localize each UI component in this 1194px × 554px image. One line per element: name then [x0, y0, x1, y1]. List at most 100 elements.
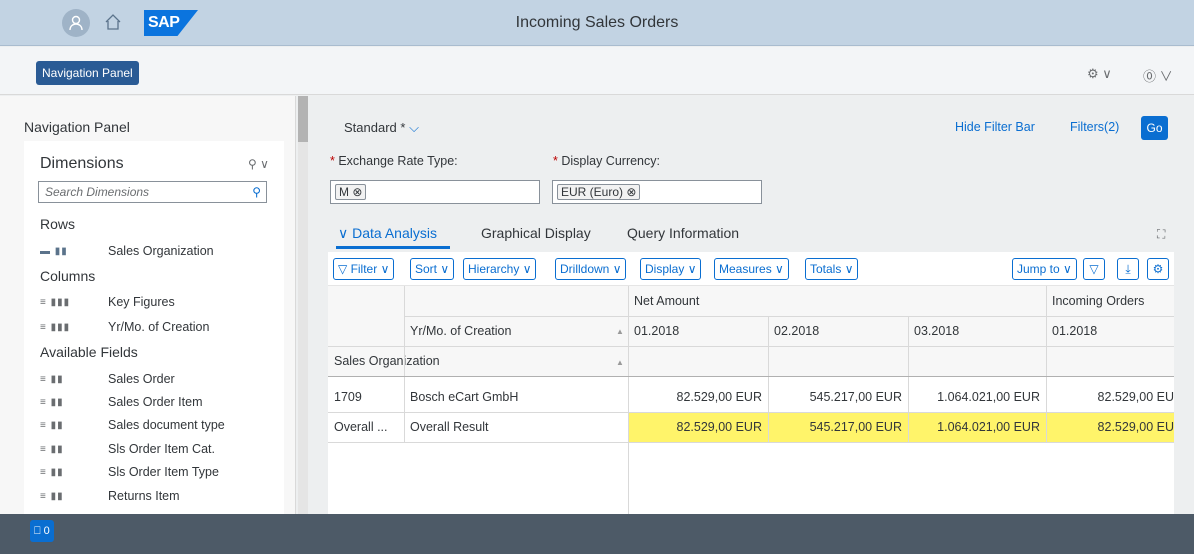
tab-query-information[interactable]: Query Information — [627, 225, 739, 241]
filter-icon[interactable]: ▽ — [1083, 258, 1105, 280]
filter-button[interactable]: ▽ Filter ∨ — [333, 258, 395, 280]
total-cell[interactable]: 1.064.021,00 EUR — [908, 412, 1046, 442]
filter-token[interactable]: EUR (Euro) ⊗ — [557, 184, 641, 200]
panel-scrollbar[interactable] — [298, 96, 308, 514]
button-label: Filter — [350, 262, 378, 276]
column-field-icon[interactable]: ≡ ▮▮▮ — [40, 297, 70, 308]
settings-icon[interactable]: ⚙ ∨ — [1087, 66, 1112, 82]
field-icon[interactable]: ≡ ▮▮ — [40, 491, 64, 502]
button-label: Hierarchy — [468, 262, 520, 276]
grid-line — [328, 412, 1174, 413]
button-label: Drilldown — [560, 262, 610, 276]
row-header[interactable]: Sales Organization — [328, 346, 628, 376]
navigation-panel-title: Navigation Panel — [24, 119, 130, 135]
period-header[interactable]: 01.2018 — [1046, 316, 1174, 346]
panel-scroll-thumb[interactable] — [298, 96, 308, 142]
message-count: 0 — [43, 525, 50, 537]
available-fields-label: Available Fields — [40, 344, 138, 360]
drilldown-button[interactable]: Drilldown ∨ — [555, 258, 627, 280]
table-cell[interactable]: Overall ... — [328, 412, 404, 442]
field-icon[interactable]: ≡ ▮▮ — [40, 420, 64, 431]
variant-selector[interactable]: Standard * ⌵ — [344, 120, 419, 136]
field-icon[interactable]: ≡ ▮▮ — [40, 374, 64, 385]
field-icon[interactable]: ≡ ▮▮ — [40, 444, 64, 455]
period-header[interactable]: 03.2018 — [908, 316, 1048, 346]
display-currency-input[interactable]: EUR (Euro) ⊗ — [552, 180, 762, 204]
display-currency-label: * Display Currency: — [553, 154, 660, 168]
table-cell[interactable]: Bosch eCart GmbH — [404, 382, 628, 412]
download-icon[interactable]: ⤓ — [1117, 258, 1139, 280]
filter-token[interactable]: M ⊗ — [335, 184, 367, 200]
period-header[interactable]: 01.2018 — [628, 316, 768, 346]
sort-button[interactable]: Sort ∨ — [410, 258, 455, 280]
field-item[interactable]: Returns Item — [108, 489, 180, 503]
table-cell[interactable]: Overall Result — [404, 412, 628, 442]
go-button[interactable]: Go — [1141, 116, 1168, 140]
row-field-icon[interactable]: ▬ ▮▮ — [40, 246, 68, 257]
total-cell[interactable]: 82.529,00 EUR — [628, 412, 768, 442]
tab-graphical-display[interactable]: Graphical Display — [481, 225, 591, 241]
field-item[interactable]: Sales Organization — [108, 244, 214, 258]
grid-line — [908, 316, 909, 442]
grid-line — [328, 376, 1174, 377]
grid-line — [404, 286, 405, 442]
measure-header[interactable]: Net Amount — [628, 286, 1048, 316]
messages-button[interactable]: ⎕ 0 — [30, 520, 54, 542]
grid-line — [1046, 286, 1047, 442]
measures-button[interactable]: Measures ∨ — [714, 258, 789, 280]
header-spacer — [628, 346, 1174, 376]
button-label: Display — [645, 262, 685, 276]
field-item[interactable]: Sales Order — [108, 372, 175, 386]
period-header[interactable]: 02.2018 — [768, 316, 908, 346]
chevron-down-icon: ⌵ — [409, 120, 419, 135]
chevron-down-icon: ∨ — [338, 225, 353, 241]
tab-data-analysis[interactable]: ∨ Data Analysis — [338, 225, 437, 242]
sort-icon[interactable]: ▲ — [616, 327, 624, 336]
button-label: Jump to — [1017, 262, 1060, 276]
sub-header — [0, 47, 1194, 95]
dimensions-title: Dimensions — [40, 155, 124, 172]
variant-name: Standard * — [344, 120, 406, 135]
field-item[interactable]: Sls Order Item Cat. — [108, 442, 215, 456]
grid-line — [328, 346, 1174, 347]
fullscreen-icon[interactable]: ⛶ — [1157, 227, 1165, 242]
column-field-icon[interactable]: ≡ ▮▮▮ — [40, 322, 70, 333]
grid-line — [628, 286, 629, 514]
hierarchy-button[interactable]: Hierarchy ∨ — [463, 258, 537, 280]
navigation-panel-button[interactable]: Navigation Panel — [36, 61, 139, 85]
search-placeholder: Search Dimensions — [45, 185, 150, 199]
table-cell[interactable]: 545.217,00 EUR — [768, 382, 908, 412]
total-cell[interactable]: 82.529,00 EU — [1046, 412, 1174, 442]
help-icon[interactable]: ⓪ ∨ — [1143, 66, 1173, 85]
field-item[interactable]: Sales Order Item — [108, 395, 202, 409]
hide-filter-bar-link[interactable]: Hide Filter Bar — [955, 120, 1035, 134]
field-item[interactable]: Key Figures — [108, 295, 175, 309]
footer-bar — [0, 514, 1194, 554]
button-label: Sort — [415, 262, 438, 276]
field-item[interactable]: Sls Order Item Type — [108, 465, 219, 479]
table-cell[interactable]: 1709 — [328, 382, 404, 412]
table-cell[interactable]: 82.529,00 EUR — [628, 382, 768, 412]
total-cell[interactable]: 545.217,00 EUR — [768, 412, 908, 442]
settings-icon[interactable]: ⚙ — [1147, 258, 1169, 280]
field-label: Display Currency: — [561, 154, 660, 168]
dimension-settings-icon[interactable]: ⚲ ∨ — [248, 157, 269, 171]
field-icon[interactable]: ≡ ▮▮ — [40, 467, 64, 478]
filters-link[interactable]: Filters(2) — [1070, 120, 1119, 134]
table-cell[interactable]: 82.529,00 EU — [1046, 382, 1174, 412]
measure-header[interactable]: Incoming Orders — [1046, 286, 1174, 316]
sort-icon[interactable]: ▲ — [616, 358, 624, 367]
app-title: Incoming Sales Orders — [515, 14, 679, 31]
display-button[interactable]: Display ∨ — [640, 258, 702, 280]
field-icon[interactable]: ≡ ▮▮ — [40, 397, 64, 408]
search-dimensions-input[interactable]: Search Dimensions ⚲ — [38, 181, 267, 203]
dimension-header[interactable]: Yr/Mo. of Creation — [404, 316, 628, 346]
table-cell[interactable]: 1.064.021,00 EUR — [908, 382, 1046, 412]
field-item[interactable]: Yr/Mo. of Creation — [108, 320, 209, 334]
pivot-table: Net Amount Incoming Orders Yr/Mo. of Cre… — [328, 286, 1174, 514]
totals-button[interactable]: Totals ∨ — [805, 258, 859, 280]
search-icon[interactable]: ⚲ — [252, 185, 261, 199]
exchange-rate-input[interactable]: M ⊗ — [330, 180, 540, 204]
field-item[interactable]: Sales document type — [108, 418, 225, 432]
jump-to-button[interactable]: Jump to ∨ — [1012, 258, 1077, 280]
